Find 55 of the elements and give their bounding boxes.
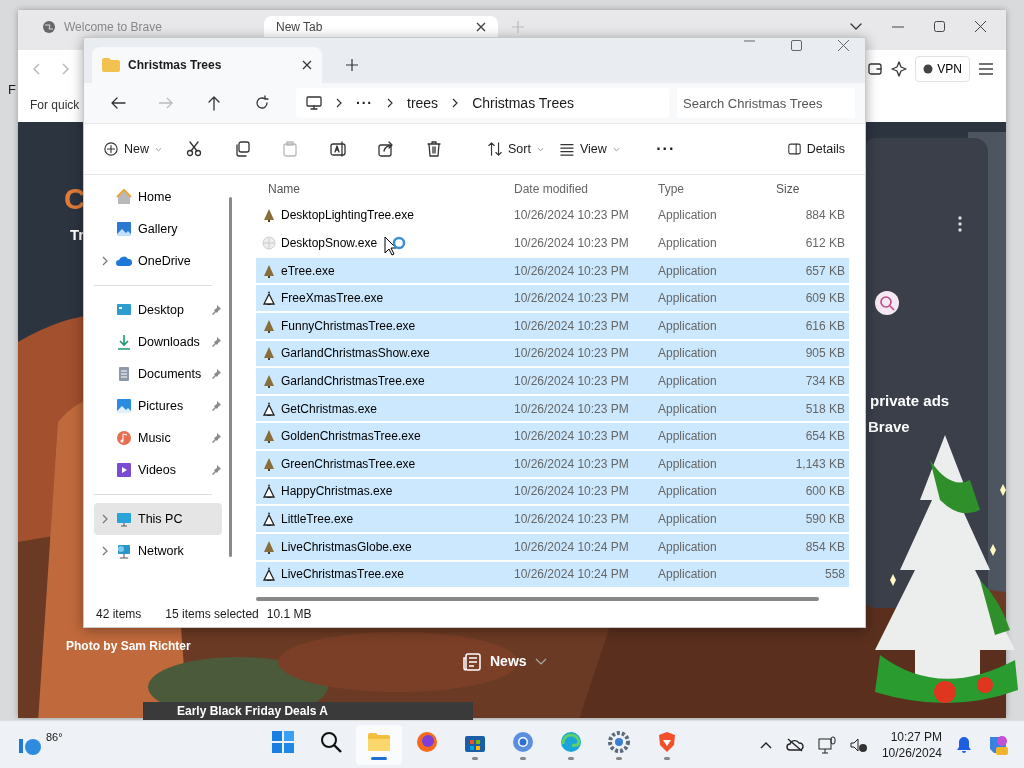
news-button[interactable]: News xyxy=(456,650,553,673)
column-header[interactable]: Type xyxy=(658,179,768,198)
column-header[interactable]: Name xyxy=(256,179,514,198)
address-bar[interactable]: ··· trees Christmas Trees xyxy=(296,88,669,118)
status-text: 42 items xyxy=(96,606,142,623)
sidebar-item[interactable]: Documents xyxy=(94,358,222,390)
file-row[interactable]: GetChristmas.exe 10/26/2024 10:23 PM Application 518 KB xyxy=(256,395,849,422)
vpn-button[interactable]: VPN xyxy=(915,56,970,82)
column-header[interactable]: Date modified xyxy=(514,179,658,198)
clock[interactable]: 10:27 PM 10/26/2024 xyxy=(881,728,942,761)
sidebar-item[interactable]: Downloads xyxy=(94,326,222,358)
browser-tab[interactable]: New Tab xyxy=(264,16,498,37)
sidebar-item[interactable]: Pictures xyxy=(94,390,222,422)
sidebar-item[interactable]: This PC xyxy=(94,503,222,535)
bookmarks-hint: For quick xyxy=(30,97,80,114)
sort-button[interactable]: Sort xyxy=(480,132,552,166)
sidebar-item[interactable]: Videos xyxy=(94,454,222,486)
sidebar-item[interactable]: Home xyxy=(94,181,222,213)
sidebar-item[interactable]: Desktop xyxy=(94,294,222,326)
new-button[interactable]: New xyxy=(96,132,170,166)
sidebar-item[interactable]: Gallery xyxy=(94,213,222,245)
status-text: 15 items selected xyxy=(165,606,259,623)
card-heading: private ads xyxy=(870,392,950,409)
sidebar-item[interactable]: Network xyxy=(94,535,222,567)
weather-temperature: 86° xyxy=(46,729,63,745)
sidebar-item[interactable]: OneDrive xyxy=(94,245,222,277)
file-row[interactable]: GoldenChristmasTree.exe 10/26/2024 10:23 PM Application 654 KB xyxy=(256,423,849,450)
sidebar-item[interactable]: Music xyxy=(94,422,222,454)
photo-credit: Photo by Sam Richter xyxy=(66,639,191,653)
file-row[interactable]: eTree.exe 10/26/2024 10:23 PM Application 657 KB xyxy=(256,257,849,284)
file-row[interactable]: GarlandChristmasShow.exe 10/26/2024 10:23 PM Application 905 KB xyxy=(256,340,849,367)
more-button[interactable]: ··· xyxy=(641,132,690,166)
window-text: F xyxy=(8,82,16,97)
search-field[interactable]: Search Christmas Trees xyxy=(677,88,855,118)
column-header[interactable]: Size xyxy=(776,179,800,198)
details-button[interactable]: Details xyxy=(779,132,853,166)
file-row[interactable]: GreenChristmasTree.exe 10/26/2024 10:23 PM Application 1,143 KB xyxy=(256,451,849,477)
breadcrumb-item[interactable]: ··· xyxy=(356,92,373,114)
news-card[interactable]: Early Black Friday Deals A xyxy=(143,702,473,720)
explorer-tab[interactable]: Christmas Trees xyxy=(92,47,322,83)
file-row[interactable]: GarlandChristmasTree.exe 10/26/2024 10:23 PM Application 734 KB xyxy=(256,368,849,394)
file-row[interactable]: LiveChristmasGlobe.exe 10/26/2024 10:24 PM Application 854 KB xyxy=(256,533,849,560)
view-button[interactable]: View xyxy=(552,132,628,166)
page-heading: C xyxy=(64,182,86,215)
breadcrumb-item[interactable]: Christmas Trees xyxy=(472,92,575,114)
file-row[interactable]: FreeXmasTree.exe 10/26/2024 10:23 PM Application 609 KB xyxy=(256,285,849,311)
card-subheading: Brave xyxy=(868,418,910,435)
file-row[interactable]: FunnyChristmasTree.exe 10/26/2024 10:23 PM Application 616 KB xyxy=(256,313,849,339)
file-row[interactable]: LiveChristmasTree.exe 10/26/2024 10:24 PM Application 558 xyxy=(256,561,849,588)
status-text: 10.1 MB xyxy=(266,606,312,623)
file-row[interactable]: DesktopLightingTree.exe 10/26/2024 10:23 PM Application 884 KB xyxy=(256,202,849,229)
file-row[interactable]: HappyChristmas.exe 10/26/2024 10:23 PM Application 600 KB xyxy=(256,478,849,505)
breadcrumb-item[interactable]: trees xyxy=(407,92,439,114)
file-row[interactable]: LittleTree.exe 10/26/2024 10:23 PM Application 590 KB xyxy=(256,506,849,532)
page-subheading: Tr xyxy=(70,226,85,243)
